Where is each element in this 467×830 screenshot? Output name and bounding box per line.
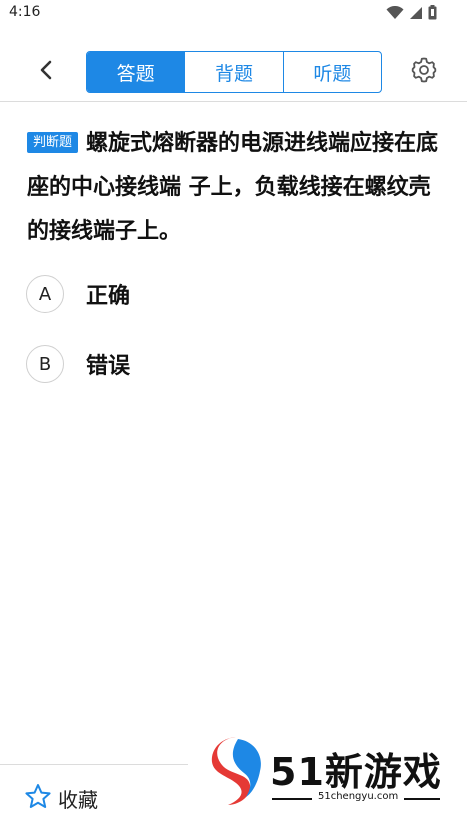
signal-icon <box>409 5 423 24</box>
wifi-icon <box>386 5 404 24</box>
star-outline-icon <box>24 783 52 814</box>
back-button[interactable] <box>30 56 62 88</box>
watermark-brand: 51新游戏 <box>270 750 442 794</box>
option-a-text: 正确 <box>86 284 131 309</box>
favorite-label: 收藏 <box>58 788 98 812</box>
status-icons <box>386 5 437 24</box>
status-bar: 4:16 <box>0 0 467 26</box>
option-b-text: 错误 <box>86 354 131 379</box>
watermark-line-left <box>272 798 312 800</box>
watermark-url: 51chengyu.com <box>318 791 399 802</box>
option-a-letter: A <box>26 275 64 313</box>
watermark-line-right <box>404 798 440 800</box>
tab-memorize[interactable]: 背题 <box>185 52 284 92</box>
tab-answer[interactable]: 答题 <box>87 52 186 92</box>
header-divider <box>0 101 467 102</box>
watermark-logo-icon <box>208 735 266 811</box>
settings-button[interactable] <box>408 56 440 88</box>
question-type-badge: 判断题 <box>27 132 79 153</box>
option-b[interactable]: B 错误 <box>26 344 130 384</box>
footer-divider <box>0 764 188 765</box>
option-b-letter: B <box>26 345 64 383</box>
question-text: 螺旋式熔断器的电源进线端应接在底座的中心接线端 子上，负载线接在螺纹壳的接线端子… <box>27 131 439 244</box>
favorite-button[interactable]: 收藏 <box>24 783 98 814</box>
battery-icon <box>428 5 437 24</box>
gear-icon <box>410 56 438 88</box>
status-time: 4:16 <box>9 4 41 20</box>
mode-tabs: 答题 背题 听题 <box>86 51 382 93</box>
app-bar: 答题 背题 听题 <box>0 38 467 104</box>
question-block: 判断题 螺旋式熔断器的电源进线端应接在底座的中心接线端 子上，负载线接在螺纹壳的接… <box>27 122 447 254</box>
watermark: 51新游戏 51chengyu.com <box>208 735 448 810</box>
option-a[interactable]: A 正确 <box>26 274 130 314</box>
tab-listen[interactable]: 听题 <box>284 52 381 92</box>
chevron-left-icon <box>38 59 54 85</box>
